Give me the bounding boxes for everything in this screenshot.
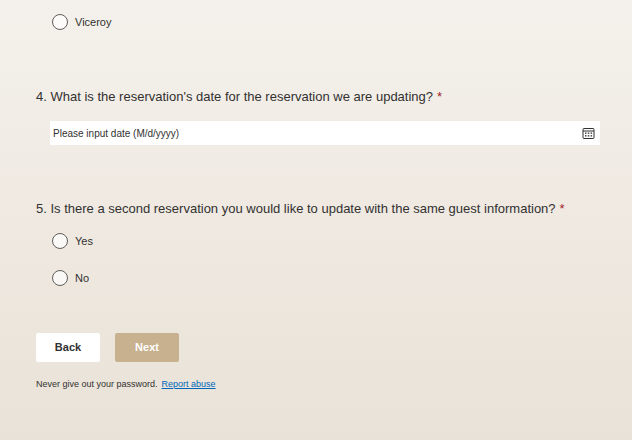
password-notice: Never give out your password. bbox=[36, 378, 158, 390]
footer: Never give out your password. Report abus… bbox=[0, 378, 632, 390]
radio-option[interactable]: No bbox=[0, 270, 632, 286]
form-page: Viceroy 4. What is the reservation's date… bbox=[0, 0, 632, 390]
radio-option[interactable]: Viceroy bbox=[0, 14, 632, 30]
next-button[interactable]: Next bbox=[115, 333, 179, 362]
required-mark: * bbox=[560, 200, 565, 218]
radio-label: No bbox=[75, 270, 89, 286]
date-field[interactable] bbox=[50, 121, 600, 145]
calendar-icon[interactable] bbox=[582, 127, 595, 140]
radio-option[interactable]: Yes bbox=[0, 233, 632, 249]
date-input[interactable] bbox=[50, 121, 582, 145]
radio-button[interactable] bbox=[52, 270, 68, 286]
required-mark: * bbox=[437, 88, 442, 106]
button-row: Back Next bbox=[0, 333, 632, 362]
question-title: 5. Is there a second reservation you wou… bbox=[0, 200, 632, 218]
question-title: 4. What is the reservation's date for th… bbox=[0, 88, 632, 106]
back-button[interactable]: Back bbox=[36, 333, 100, 362]
question: 4. What is the reservation's date for th… bbox=[0, 88, 632, 145]
radio-label: Yes bbox=[75, 233, 93, 249]
radio-label: Viceroy bbox=[75, 14, 111, 30]
report-abuse-link[interactable]: Report abuse bbox=[162, 378, 216, 390]
radio-button[interactable] bbox=[52, 233, 68, 249]
question: 5. Is there a second reservation you wou… bbox=[0, 200, 632, 286]
radio-button[interactable] bbox=[52, 14, 68, 30]
